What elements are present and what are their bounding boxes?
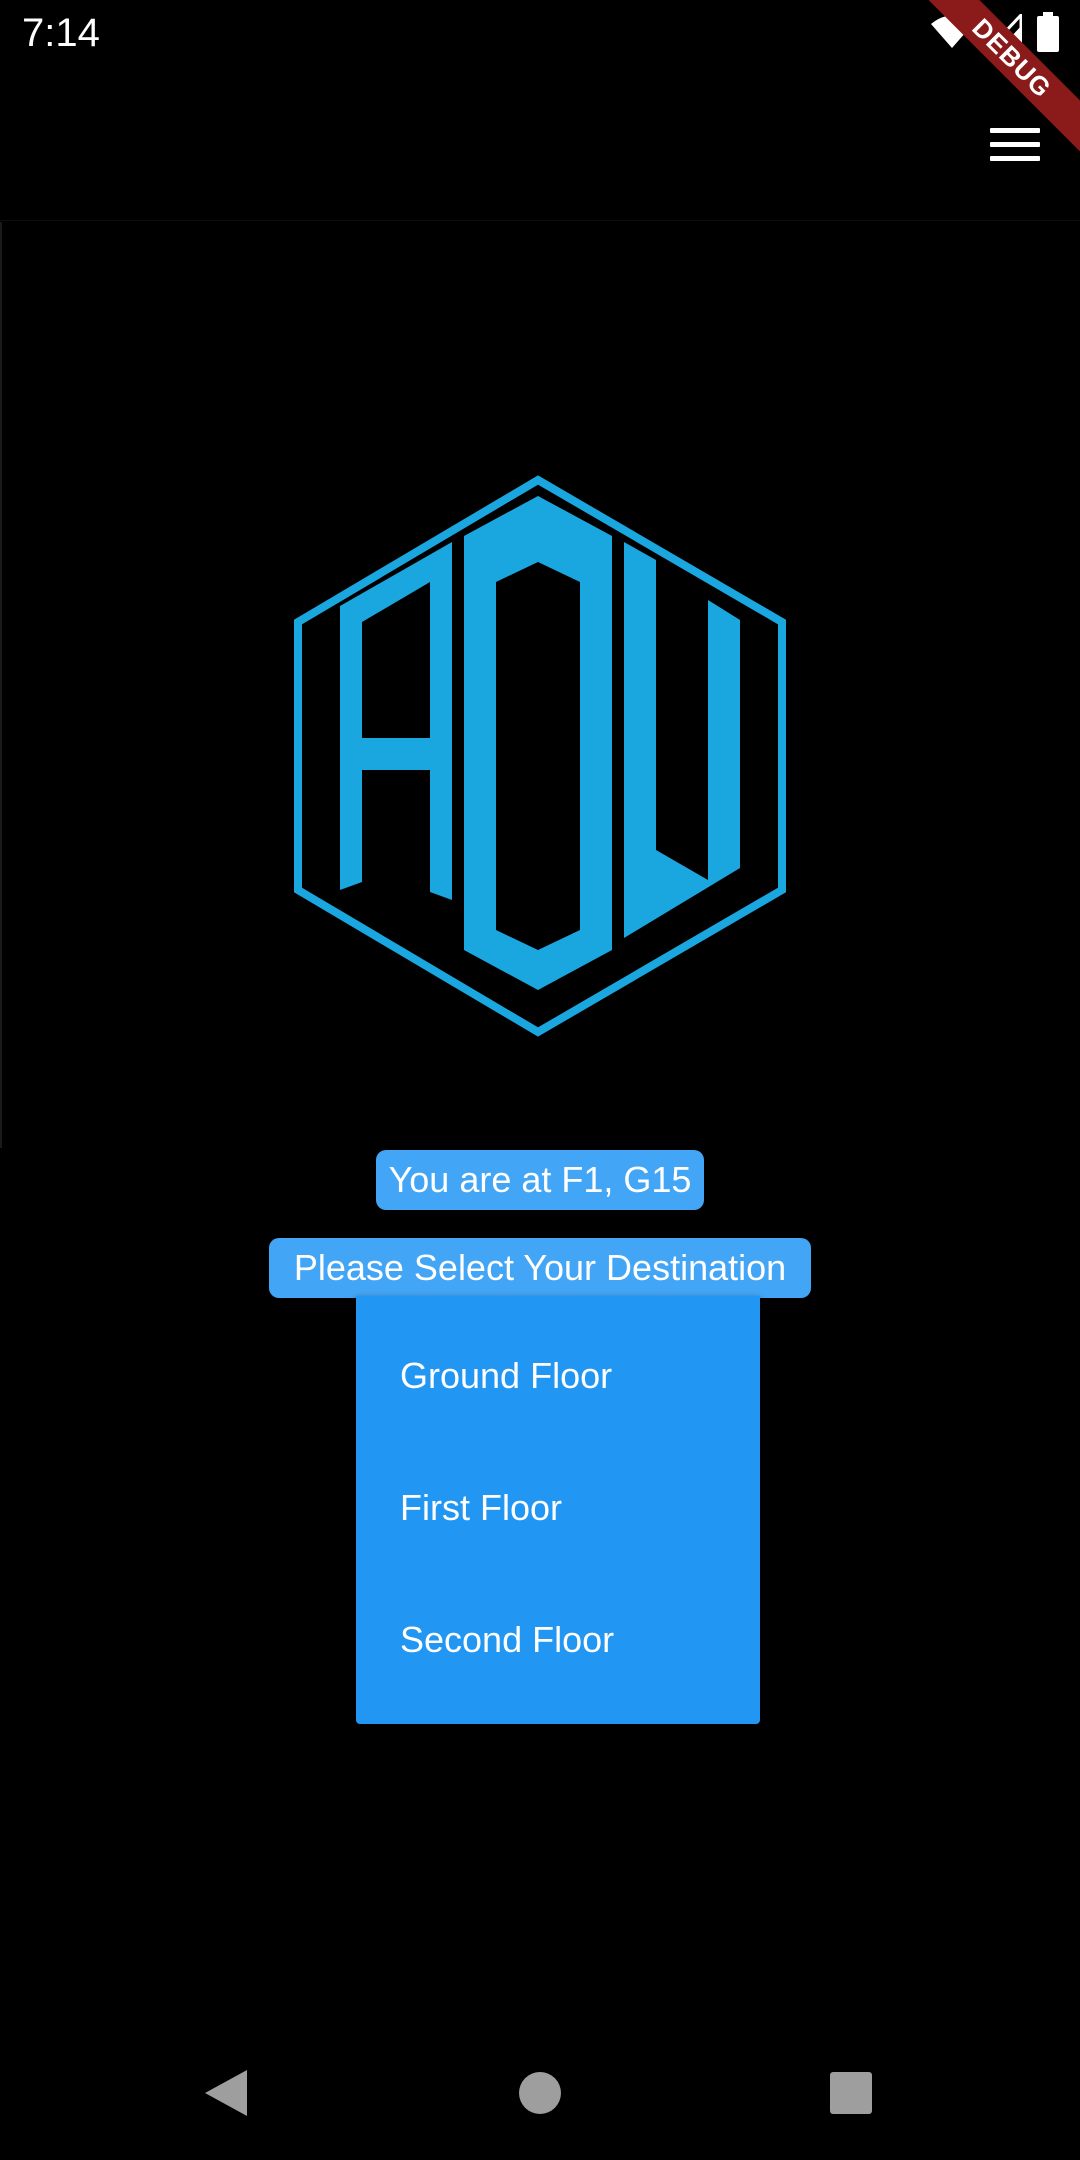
status-time: 7:14 [22, 11, 100, 55]
wifi-icon [930, 15, 974, 54]
current-location-label: You are at F1, G15 [376, 1150, 704, 1210]
system-nav-bar [0, 2040, 1080, 2160]
recent-apps-button[interactable] [791, 2040, 911, 2150]
hamburger-menu-icon [990, 127, 1040, 133]
dropdown-item-first-floor[interactable]: First Floor [356, 1442, 760, 1574]
home-icon [518, 2071, 562, 2120]
status-bar: 7:14 [0, 0, 1080, 66]
adu-logo [290, 470, 790, 1042]
app-bar-divider [0, 220, 1080, 221]
menu-button[interactable] [970, 112, 1060, 176]
status-icons [930, 10, 1060, 57]
back-icon [203, 2068, 249, 2123]
dropdown-item-ground-floor[interactable]: Ground Floor [356, 1310, 760, 1442]
content-left-edge [0, 222, 2, 1148]
home-button[interactable] [480, 2040, 600, 2150]
hamburger-menu-icon-bar-3 [990, 155, 1040, 161]
dropdown-item-second-floor[interactable]: Second Floor [356, 1574, 760, 1706]
signal-icon [985, 10, 1023, 55]
destination-dropdown-menu: Ground Floor First Floor Second Floor [356, 1296, 760, 1724]
destination-prompt[interactable]: Please Select Your Destination [269, 1238, 811, 1298]
back-button[interactable] [166, 2040, 286, 2150]
recent-apps-icon [829, 2071, 873, 2120]
battery-icon [1036, 11, 1060, 57]
hamburger-menu-icon-bar-2 [990, 141, 1040, 147]
